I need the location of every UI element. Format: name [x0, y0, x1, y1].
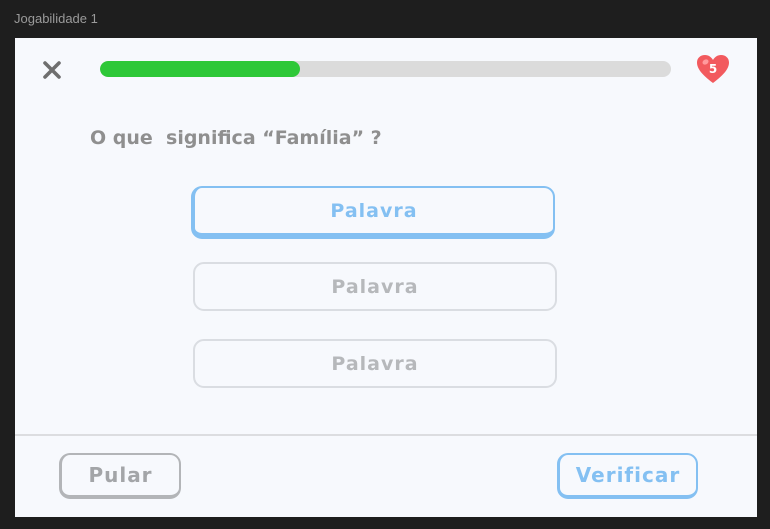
lives-counter: 5 — [695, 53, 731, 85]
answer-option-2[interactable]: Palavra — [193, 262, 557, 311]
answer-option-1[interactable]: Palavra — [191, 186, 555, 239]
close-icon — [43, 61, 61, 79]
progress-fill — [100, 61, 300, 77]
lesson-progress-bar — [100, 61, 671, 77]
close-button[interactable] — [41, 59, 63, 81]
question-prompt: O que significa “Família” ? — [90, 127, 382, 149]
answer-option-3[interactable]: Palavra — [193, 339, 557, 388]
footer-divider — [15, 434, 757, 436]
check-button[interactable]: Verificar — [557, 453, 698, 499]
lives-count: 5 — [708, 62, 718, 76]
frame-title: Jogabilidade 1 — [14, 11, 98, 26]
lesson-screen: 5 O que significa “Família” ? Palavra Pa… — [15, 38, 757, 517]
skip-button[interactable]: Pular — [59, 453, 181, 499]
